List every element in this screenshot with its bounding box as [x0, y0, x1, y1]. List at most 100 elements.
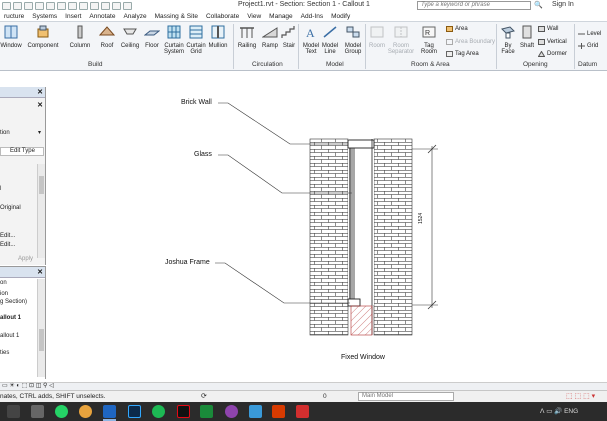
scroll-thumb[interactable]	[39, 329, 44, 351]
curtain-grid-button[interactable]: Curtain Grid	[186, 25, 206, 55]
model-line-button[interactable]: Model Line	[321, 25, 339, 55]
ramp-button[interactable]: Ramp	[261, 25, 279, 49]
roof-button[interactable]: Roof	[97, 25, 117, 49]
spotify-icon[interactable]	[152, 405, 165, 418]
search-input[interactable]: Type a keyword or phrase	[417, 1, 531, 10]
chevron-down-icon[interactable]: ▾	[38, 129, 41, 136]
area-boundary-button[interactable]: Area Boundary	[446, 39, 495, 45]
pdf-icon[interactable]	[296, 405, 309, 418]
tab-systems[interactable]: Systems	[28, 12, 61, 21]
tab-add-ins[interactable]: Add-Ins	[297, 12, 327, 21]
whatsapp-icon[interactable]	[55, 405, 68, 418]
curtain-system-button[interactable]: Curtain System	[163, 25, 185, 55]
edit-button[interactable]: Edit...	[0, 242, 15, 248]
glass-label[interactable]: Glass	[194, 151, 212, 158]
tree-item[interactable]: on	[0, 280, 7, 286]
floor-button[interactable]: Floor	[143, 25, 161, 49]
sill-section[interactable]	[350, 305, 373, 336]
close-icon[interactable]: ✕	[37, 101, 43, 109]
active-workset-field[interactable]: Main Model	[358, 392, 454, 401]
binoculars-icon[interactable]: 🔍	[534, 1, 543, 9]
tag-area-button[interactable]: Tag Area	[446, 51, 479, 57]
tree-item[interactable]: ion	[0, 291, 8, 297]
close-icon[interactable]: ✕	[37, 88, 43, 96]
grid-button[interactable]: Grid	[578, 43, 598, 49]
selection-icons[interactable]: ⬚ ⬚ ⬚ ▾	[566, 392, 595, 400]
app-icon[interactable]	[249, 405, 262, 418]
browser-scrollbar[interactable]	[37, 279, 45, 377]
photoshop-icon[interactable]	[128, 405, 141, 418]
measure-icon[interactable]	[57, 1, 66, 10]
chrome-icon[interactable]	[79, 405, 92, 418]
powerpoint-icon[interactable]	[272, 405, 285, 418]
tab-modify[interactable]: Modify	[327, 12, 354, 21]
open-icon[interactable]	[2, 1, 11, 10]
sign-in-button[interactable]: Sign In	[552, 1, 574, 8]
drawing-canvas[interactable]: Brick Wall Glass Joshua Frame 1524 Fixed…	[48, 72, 607, 382]
wall-opening-button[interactable]: Wall	[538, 26, 558, 32]
close-hidden-icon[interactable]	[112, 1, 121, 10]
switch-windows-icon[interactable]	[123, 1, 132, 10]
section-icon[interactable]	[90, 1, 99, 10]
component-button[interactable]: Component	[26, 25, 60, 49]
sketchup-icon[interactable]	[200, 405, 213, 418]
netflix-icon[interactable]	[177, 405, 190, 418]
ceiling-button[interactable]: Ceiling	[119, 25, 141, 49]
system-tray[interactable]: ᐱ ▭ 🔊 ENG	[540, 407, 578, 415]
brick-wall-left[interactable]	[309, 138, 349, 336]
window-sill[interactable]	[347, 298, 361, 307]
tree-item-active[interactable]: allout 1	[0, 315, 21, 321]
railing-button[interactable]: Railing	[236, 25, 258, 49]
tab-insert[interactable]: Insert	[61, 12, 85, 21]
stair-button[interactable]: Stair	[281, 25, 297, 49]
tree-item[interactable]: allout 1	[0, 333, 19, 339]
tab-massing-site[interactable]: Massing & Site	[151, 12, 202, 21]
brick-wall-label[interactable]: Brick Wall	[181, 99, 212, 106]
start-icon[interactable]	[7, 405, 20, 418]
column-button[interactable]: Column	[67, 25, 93, 49]
tab-analyze[interactable]: Analyze	[119, 12, 150, 21]
maps-icon[interactable]	[225, 405, 238, 418]
tab-view[interactable]: View	[243, 12, 265, 21]
undo-icon[interactable]	[24, 1, 33, 10]
tab-structure[interactable]: ructure	[0, 12, 28, 21]
redo-icon[interactable]	[35, 1, 44, 10]
tab-manage[interactable]: Manage	[265, 12, 297, 21]
tab-annotate[interactable]: Annotate	[85, 12, 119, 21]
model-group-button[interactable]: Model Group	[342, 25, 364, 55]
thin-lines-icon[interactable]	[101, 1, 110, 10]
dormer-button[interactable]: Dormer	[538, 51, 567, 57]
tree-item[interactable]: ties	[0, 350, 9, 356]
tag-room-button[interactable]: R Tag Room	[418, 25, 440, 55]
sync-icon[interactable]: ⟳	[201, 392, 207, 400]
file-explorer-icon[interactable]	[31, 405, 44, 418]
window-button[interactable]: Window	[0, 25, 22, 49]
print-icon[interactable]	[46, 1, 55, 10]
close-icon[interactable]: ✕	[37, 268, 43, 276]
brick-wall-right[interactable]	[373, 138, 413, 336]
dimension-value[interactable]: 1524	[418, 213, 424, 224]
save-icon[interactable]	[13, 1, 22, 10]
room-button[interactable]: Room	[367, 25, 387, 49]
properties-scrollbar[interactable]	[37, 164, 45, 258]
text-icon[interactable]	[68, 1, 77, 10]
by-face-button[interactable]: By Face	[498, 25, 518, 55]
model-text-button[interactable]: A Model Text	[301, 25, 321, 55]
tree-item[interactable]: g Section)	[0, 299, 27, 305]
frame-label[interactable]: Joshua Frame	[165, 259, 210, 266]
window-head[interactable]	[347, 139, 375, 149]
area-button[interactable]: Area	[446, 26, 468, 32]
room-separator-button[interactable]: Room Separator	[387, 25, 415, 55]
scroll-thumb[interactable]	[39, 176, 44, 194]
edit-type-button[interactable]: Edit Type	[10, 148, 35, 154]
revit-icon[interactable]	[103, 405, 116, 418]
3d-view-icon[interactable]	[79, 1, 88, 10]
apply-button[interactable]: Apply	[18, 256, 33, 262]
vertical-opening-button[interactable]: Vertical	[538, 39, 567, 45]
view-scale-icon[interactable]: ▭ ☀ ◐ ⬚ ⊡ ◫ ⚲ ◁	[2, 382, 54, 389]
tab-collaborate[interactable]: Collaborate	[202, 12, 243, 21]
shaft-button[interactable]: Shaft	[518, 25, 536, 49]
level-button[interactable]: Level	[578, 31, 601, 37]
mullion-button[interactable]: Mullion	[207, 25, 229, 49]
edit-button[interactable]: Edit...	[0, 233, 15, 239]
